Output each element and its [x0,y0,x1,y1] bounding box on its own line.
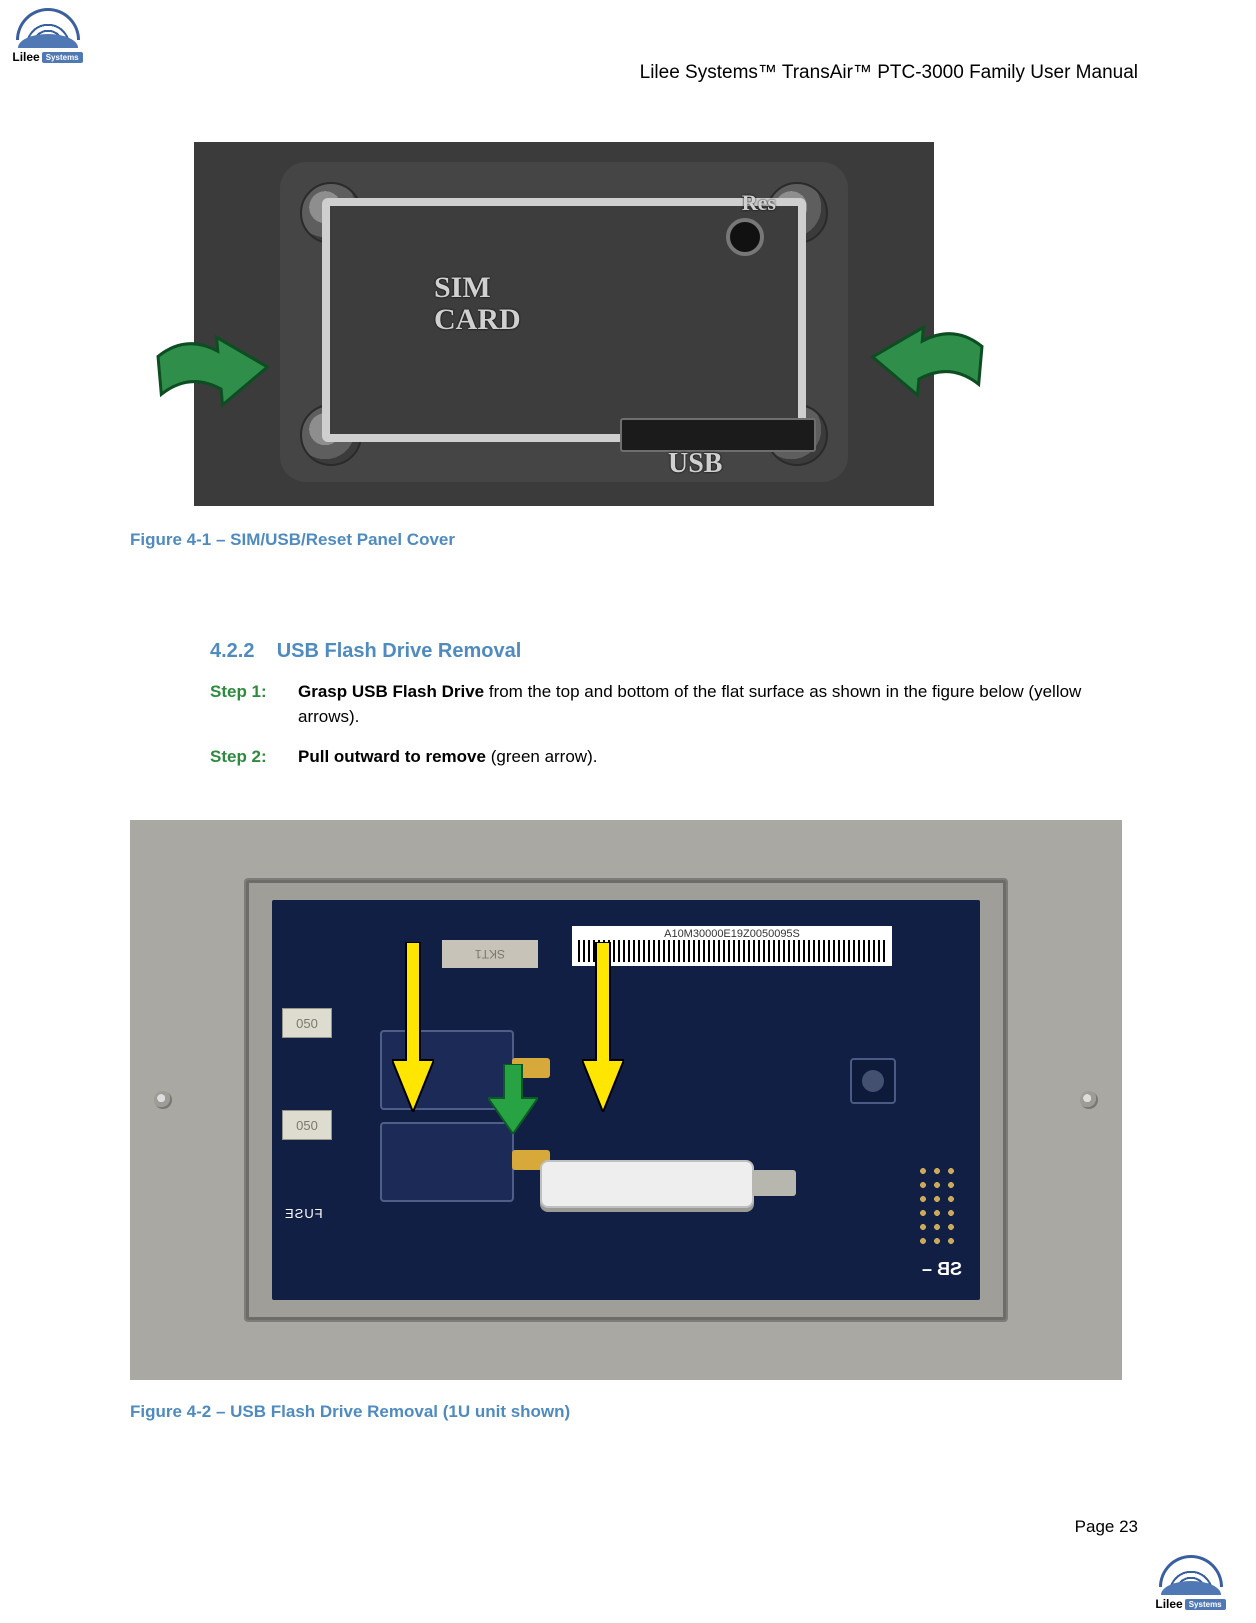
brand-text: Lilee [12,50,39,64]
step-body: Pull outward to remove (green arrow). [298,745,597,770]
green-arrow-left-icon [146,327,273,427]
step-label: Step 2: [210,745,280,770]
figure-4-1-caption: Figure 4-1 – SIM/USB/Reset Panel Cover [130,530,455,550]
usb-slot [620,418,816,452]
step-row: Step 1: Grasp USB Flash Drive from the t… [210,680,1110,729]
green-arrow-right-icon [866,317,993,417]
brand-wordmark: Lilee Systems [12,50,82,64]
brand-chip: Systems [1185,1599,1226,1610]
chassis-opening: SKT1 A10M30000E19Z0050095S 050 050 FUSE … [244,878,1008,1322]
page-number: Page 23 [1075,1517,1138,1537]
component-050: 050 [282,1008,332,1038]
panel-cover: SIM CARD USB Res [280,162,848,482]
section-heading: 4.2.2 USB Flash Drive Removal [210,640,521,663]
sim-card-label: SIM CARD [434,272,521,335]
barcode-bars-icon [578,940,886,962]
component-050: 050 [282,1110,332,1140]
barcode-text: A10M30000E19Z0050095S [578,928,886,940]
manual-page: Lilee Systems Lilee Systems™ TransAir™ P… [0,0,1256,1623]
step-rest: (green arrow). [486,747,597,766]
section-title: USB Flash Drive Removal [277,640,522,662]
case-screw-icon [1080,1091,1098,1109]
figure-4-2-caption: Figure 4-2 – USB Flash Drive Removal (1U… [130,1402,570,1422]
pin-header-icon [916,1164,960,1244]
reset-hole-icon [726,218,764,256]
figure-4-1-image: SIM CARD USB Res [194,142,934,506]
page-title: Lilee Systems™ TransAir™ PTC-3000 Family… [640,62,1138,84]
usb-flash-drive [540,1160,754,1208]
steps-list: Step 1: Grasp USB Flash Drive from the t… [210,680,1110,786]
fuse-label: FUSE [284,1206,323,1221]
step-body: Grasp USB Flash Drive from the top and b… [298,680,1110,729]
sb-marking: SB – [922,1259,962,1280]
yellow-arrow-down-icon [582,942,624,1112]
reset-button-icon [850,1058,896,1104]
step-bold: Pull outward to remove [298,747,486,766]
brand-chip: Systems [42,52,83,63]
green-arrow-down-icon [488,1064,538,1134]
yellow-arrow-down-icon [392,942,434,1112]
usb-label: USB [668,448,722,480]
brand-text: Lilee [1155,1597,1182,1611]
step-row: Step 2: Pull outward to remove (green ar… [210,745,1110,770]
reset-label: Res [742,190,776,216]
brand-logo-bottom: Lilee Systems [1153,1555,1228,1611]
sim-label-1: SIM [434,271,491,304]
brand-wordmark: Lilee Systems [1155,1597,1225,1611]
figure-4-2-image: SKT1 A10M30000E19Z0050095S 050 050 FUSE … [130,820,1122,1380]
pcb-board: SKT1 A10M30000E19Z0050095S 050 050 FUSE … [272,900,980,1300]
case-screw-icon [154,1091,172,1109]
skt-label: SKT1 [442,940,538,968]
section-number: 4.2.2 [210,640,254,662]
sim-label-2: CARD [434,303,521,336]
brand-logo-top: Lilee Systems [10,8,85,64]
step-bold: Grasp USB Flash Drive [298,682,484,701]
step-label: Step 1: [210,680,280,729]
